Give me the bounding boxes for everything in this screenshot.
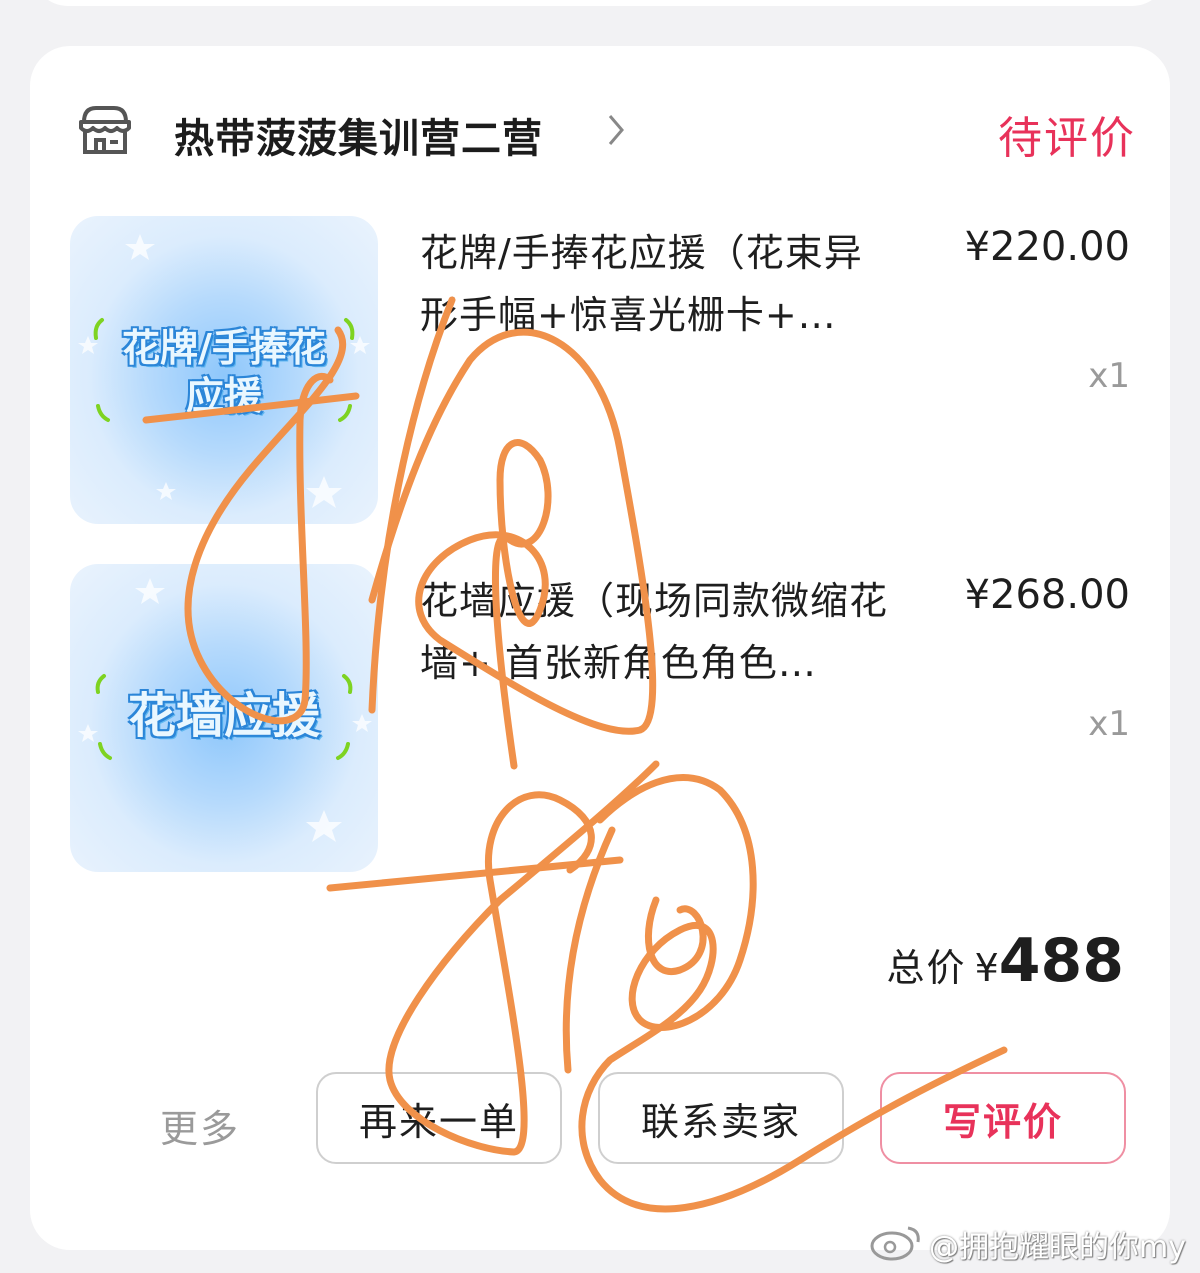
item-quantity: x1 (1088, 356, 1130, 396)
item-price: ¥220.00 (964, 224, 1130, 270)
order-total: 总价 ¥488 (887, 926, 1124, 996)
watermark: @拥抱耀眼的你my (929, 1230, 1186, 1265)
order-status: 待评价 (998, 113, 1136, 164)
chevron-right-icon[interactable] (606, 112, 626, 148)
thumbnail-caption: 花牌/手捧花 应援 (122, 326, 326, 418)
total-amount: 488 (998, 926, 1124, 996)
total-label: 总价 (886, 946, 967, 990)
order-item[interactable]: 花墙应援 花墙应援（现场同款微缩花墙+ 首张新角色角色… ¥268.00 x1 (70, 564, 1130, 874)
thumbnail-caption: 花墙应援 (127, 688, 320, 744)
item-price: ¥268.00 (964, 572, 1130, 618)
total-currency: ¥ (974, 946, 999, 990)
item-quantity: x1 (1088, 704, 1130, 744)
write-review-button[interactable]: 写评价 (880, 1072, 1126, 1164)
store-name[interactable]: 热带菠菠集训营二营 (174, 106, 543, 164)
product-thumbnail[interactable]: 花牌/手捧花 应援 (70, 216, 378, 524)
store-icon (79, 106, 131, 154)
product-thumbnail[interactable]: 花墙应援 (70, 564, 378, 872)
order-item[interactable]: 花牌/手捧花 应援 花牌/手捧花应援（花束异形手幅+惊喜光栅卡+… ¥220.00… (70, 216, 1130, 526)
store-header[interactable]: 热带菠菠集训营二营 待评价 (76, 98, 1136, 168)
previous-card-edge (32, 0, 1168, 6)
reorder-button[interactable]: 再来一单 (316, 1072, 562, 1164)
item-title[interactable]: 花牌/手捧花应援（花束异形手幅+惊喜光栅卡+… (420, 222, 890, 346)
weibo-logo-icon (870, 1226, 920, 1261)
contact-seller-button[interactable]: 联系卖家 (598, 1072, 844, 1164)
more-button[interactable]: 更多 (160, 1098, 240, 1153)
item-title[interactable]: 花墙应援（现场同款微缩花墙+ 首张新角色角色… (420, 570, 890, 694)
